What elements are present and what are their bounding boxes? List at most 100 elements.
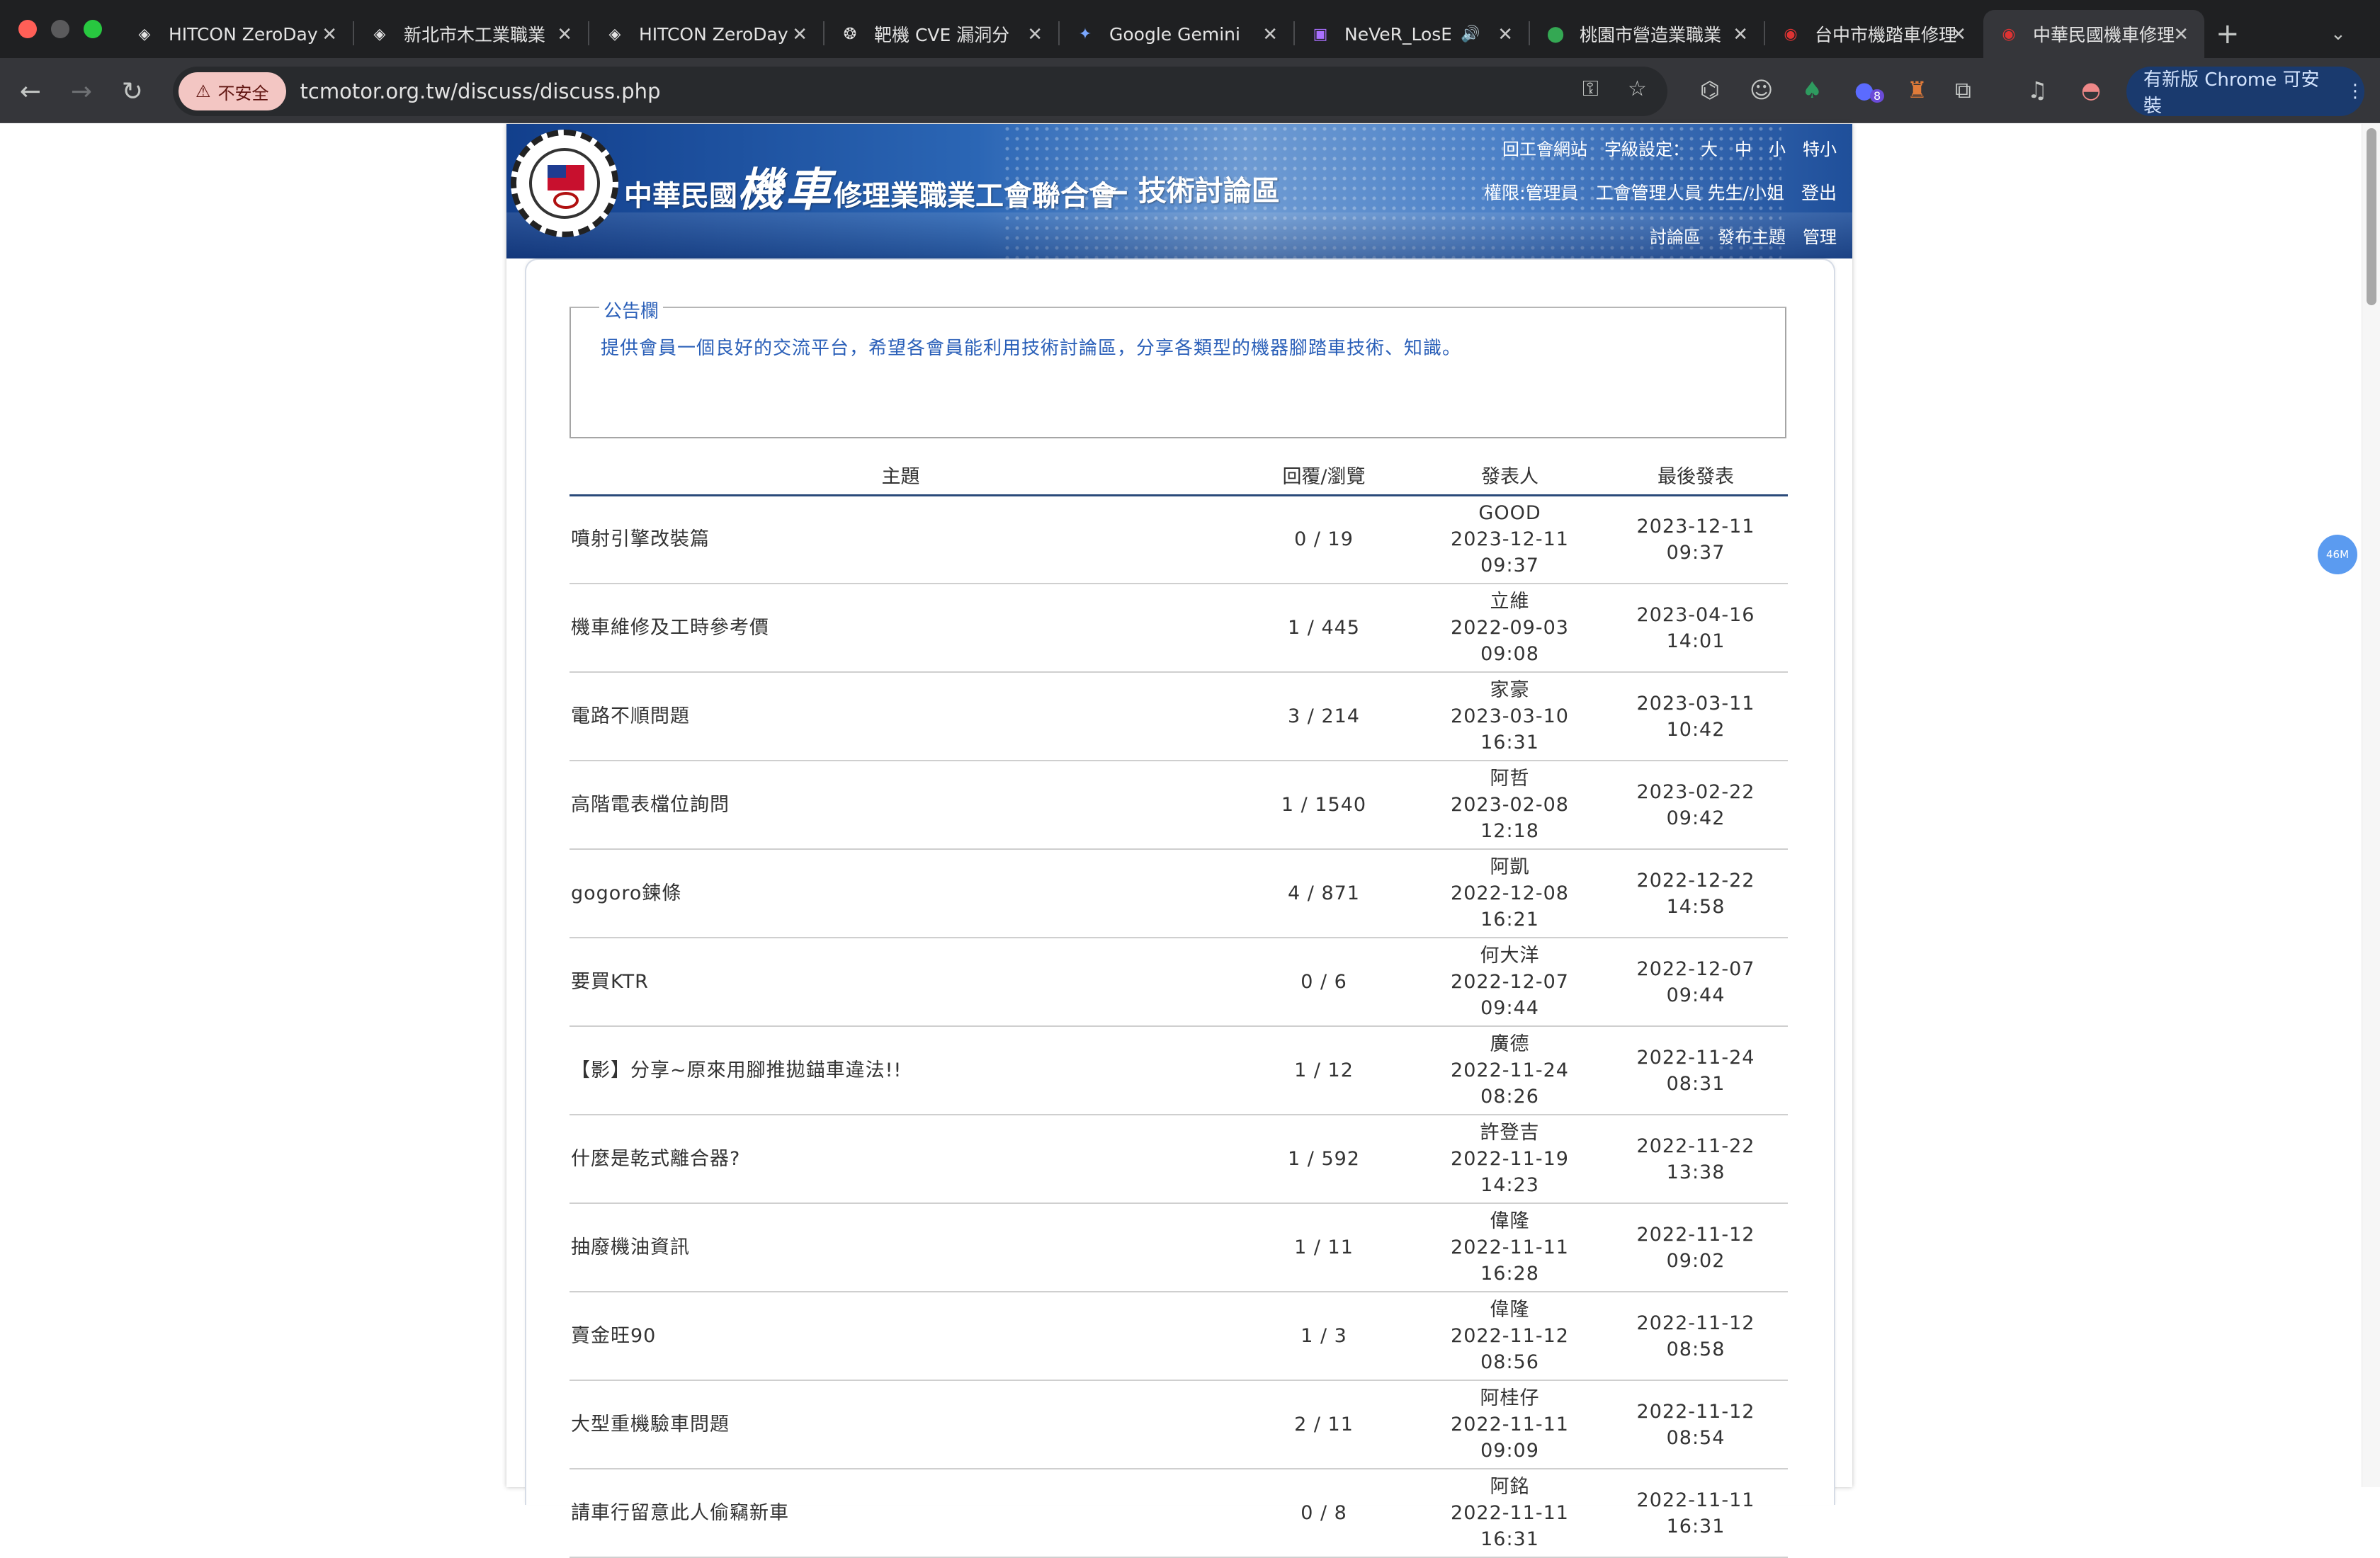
last-post-time: 2022-11-12 09:02	[1604, 1203, 1788, 1292]
post-time: 2022-09-03 09:08	[1451, 617, 1569, 665]
poster-name: 許登吉	[1480, 1122, 1540, 1144]
last-post-time: 2022-11-24 08:31	[1604, 1026, 1788, 1115]
reply-view-count: 1 / 11	[1232, 1203, 1416, 1292]
topic-title-link[interactable]: 要買KTR	[570, 938, 1232, 1027]
floating-helper-button[interactable]: 46M	[2318, 535, 2357, 574]
close-tab-icon[interactable]: ✕	[2173, 24, 2189, 45]
table-row[interactable]: 機車維修及工時參考價 1 / 445 立維 2022-09-03 09:08 2023-0…	[570, 584, 1788, 673]
tab-search-button[interactable]: ⌄	[2330, 10, 2366, 58]
poster-cell: 阿哲 2023-02-08 12:18	[1416, 761, 1604, 850]
reply-view-count: 1 / 12	[1232, 1026, 1416, 1115]
extension-icon[interactable]: ♠	[1802, 76, 1823, 103]
close-tab-icon[interactable]: ✕	[792, 24, 808, 45]
font-medium-link[interactable]: 中	[1735, 135, 1752, 160]
admin-link[interactable]: 管理	[1803, 223, 1837, 248]
topic-title-link[interactable]: 什麼是乾式離合器?	[570, 1115, 1232, 1204]
site-title: 中華民國機車修理業職業工會聯合會	[624, 164, 1117, 217]
bookmark-star-icon[interactable]: ☆	[1628, 76, 1647, 101]
topic-title-link[interactable]: 抽廢機油資訊	[570, 1203, 1232, 1292]
topic-title-link[interactable]: 賣金旺90	[570, 1292, 1232, 1381]
browser-tab[interactable]: ✦ Google Gemini ✕	[1060, 10, 1293, 58]
hitcon-icon: ◈	[608, 25, 621, 43]
close-tab-icon[interactable]: ✕	[1497, 24, 1513, 45]
logout-link[interactable]: 登出	[1801, 179, 1837, 205]
site-emblem-icon: ◉	[2002, 25, 2016, 43]
new-tab-button[interactable]: +	[2216, 10, 2258, 58]
forward-button[interactable]: →	[65, 75, 98, 108]
chrome-update-button[interactable]: 有新版 Chrome 可安裝 ⋮	[2126, 67, 2364, 117]
post-time: 2022-11-11 16:28	[1451, 1236, 1569, 1285]
scrollbar-thumb[interactable]	[2367, 128, 2376, 305]
back-button[interactable]: ←	[14, 75, 47, 108]
browser-tab[interactable]: ◉ 台中市機踏車修理 ✕	[1765, 10, 1982, 58]
post-time: 2022-11-24 08:26	[1451, 1059, 1569, 1108]
browser-tab[interactable]: ▣ NeVeR_LosE 🔊 ✕	[1295, 10, 1529, 58]
topic-title-link[interactable]: 機車維修及工時參考價	[570, 584, 1232, 673]
reload-button[interactable]: ↻	[116, 75, 149, 108]
font-xsmall-link[interactable]: 特小	[1803, 135, 1837, 160]
post-topic-link[interactable]: 發布主題	[1718, 223, 1786, 248]
table-row[interactable]: 大型重機驗車問題 2 / 11 阿桂仔 2022-11-11 09:09 2022-11-…	[570, 1380, 1788, 1469]
topic-title-link[interactable]: 高階電表檔位詢問	[570, 761, 1232, 850]
extension-icon[interactable]: ☺	[1750, 76, 1773, 103]
table-row[interactable]: 【影】分享~原來用腳推拋錨車違法!! 1 / 12 廣德 2022-11-24 08:2…	[570, 1026, 1788, 1115]
poster-name: 家豪	[1490, 679, 1530, 701]
table-row[interactable]: 噴射引擎改裝篇 0 / 19 GOOD 2023-12-11 09:37 2023-12-…	[570, 495, 1788, 584]
topic-title-link[interactable]: 請車行留意此人偷竊新車	[570, 1469, 1232, 1558]
post-time: 2022-12-08 16:21	[1451, 882, 1569, 931]
table-row[interactable]: 什麼是乾式離合器? 1 / 592 許登吉 2022-11-19 14:23 2022-1…	[570, 1115, 1788, 1204]
extension-icon[interactable]: ♜	[1907, 76, 1927, 103]
browser-tab-active[interactable]: ◉ 中華民國機車修理 ✕	[1983, 10, 2204, 58]
close-tab-icon[interactable]: ✕	[1262, 24, 1278, 45]
table-row[interactable]: 賣金旺90 1 / 3 偉隆 2022-11-12 08:56 2022-11-12 08:…	[570, 1292, 1788, 1381]
address-bar[interactable]: ⚠ 不安全 tcmotor.org.tw/discuss/discuss.php …	[173, 67, 1667, 116]
window-zoom-button[interactable]	[84, 20, 102, 38]
media-controls-icon[interactable]: ♫	[2027, 76, 2048, 103]
reply-view-count: 1 / 592	[1232, 1115, 1416, 1204]
table-row[interactable]: 高階電表檔位詢問 1 / 1540 阿哲 2023-02-08 12:18 2023-02…	[570, 761, 1788, 850]
post-time: 2023-12-11 09:37	[1451, 528, 1569, 577]
table-row[interactable]: 電路不順問題 3 / 214 家豪 2023-03-10 16:31 2023-03-11…	[570, 672, 1788, 761]
extension-icon[interactable]: ⌬	[1700, 76, 1720, 103]
browser-tab[interactable]: ◈ 新北市木工業職業 ✕	[354, 10, 588, 58]
profile-avatar[interactable]: ◓	[2081, 76, 2101, 103]
col-header-topic: 主題	[570, 455, 1232, 496]
last-post-time: 2022-12-22 14:58	[1604, 849, 1788, 938]
topic-title-link[interactable]: gogoro鍊條	[570, 849, 1232, 938]
close-tab-icon[interactable]: ✕	[1733, 24, 1748, 45]
more-menu-icon[interactable]: ⋮	[2346, 81, 2364, 102]
topic-title-link[interactable]: 噴射引擎改裝篇	[570, 495, 1232, 584]
window-minimize-button[interactable]	[51, 20, 69, 38]
maps-pin-icon: ⬤	[1546, 25, 1565, 43]
last-post-time: 2022-11-11 16:31	[1604, 1469, 1788, 1558]
topic-title-link[interactable]: 電路不順問題	[570, 672, 1232, 761]
browser-tab[interactable]: ◈ HITCON ZeroDay ✕	[119, 10, 353, 58]
password-key-icon[interactable]: ⚿	[1582, 76, 1599, 101]
site-subtitle: — 技術討論區	[1100, 174, 1280, 207]
gemini-icon: ✦	[1078, 25, 1092, 43]
browser-tab[interactable]: ❂ 靶機 CVE 漏洞分 ✕	[824, 10, 1058, 58]
browser-tab[interactable]: ⬤ 桃園市營造業職業 ✕	[1530, 10, 1764, 58]
topic-title-link[interactable]: 【影】分享~原來用腳推拋錨車違法!!	[570, 1026, 1232, 1115]
security-chip[interactable]: ⚠ 不安全	[178, 72, 286, 110]
table-row[interactable]: 要買KTR 0 / 6 何大洋 2022-12-07 09:44 2022-12-07 09…	[570, 938, 1788, 1027]
topic-title-link[interactable]: 大型重機驗車問題	[570, 1380, 1232, 1469]
table-row[interactable]: 抽廢機油資訊 1 / 11 偉隆 2022-11-11 16:28 2022-11-12 0…	[570, 1203, 1788, 1292]
home-site-link[interactable]: 回工會網站	[1502, 135, 1587, 160]
close-tab-icon[interactable]: ✕	[322, 24, 337, 45]
browser-tab[interactable]: ◈ HITCON ZeroDay ✕	[589, 10, 823, 58]
font-large-link[interactable]: 大	[1701, 135, 1718, 160]
poster-name: 偉隆	[1490, 1299, 1530, 1321]
window-close-button[interactable]	[18, 20, 37, 38]
close-tab-icon[interactable]: ✕	[1027, 24, 1043, 45]
font-small-link[interactable]: 小	[1769, 135, 1786, 160]
table-row[interactable]: gogoro鍊條 4 / 871 阿凱 2022-12-08 16:21 2022-12-…	[570, 849, 1788, 938]
table-row[interactable]: 請車行留意此人偷竊新車 0 / 8 阿銘 2022-11-11 16:31 2022-11…	[570, 1469, 1788, 1558]
extension-icon[interactable]: ● 8	[1854, 76, 1885, 103]
close-tab-icon[interactable]: ✕	[557, 24, 572, 45]
discuss-link[interactable]: 討論區	[1650, 223, 1701, 248]
page-scrollbar[interactable]	[2362, 124, 2380, 1487]
extensions-puzzle-icon[interactable]: ⧉	[1955, 76, 1971, 104]
close-tab-icon[interactable]: ✕	[1951, 24, 1966, 45]
speaker-icon[interactable]: 🔊	[1461, 25, 1480, 43]
